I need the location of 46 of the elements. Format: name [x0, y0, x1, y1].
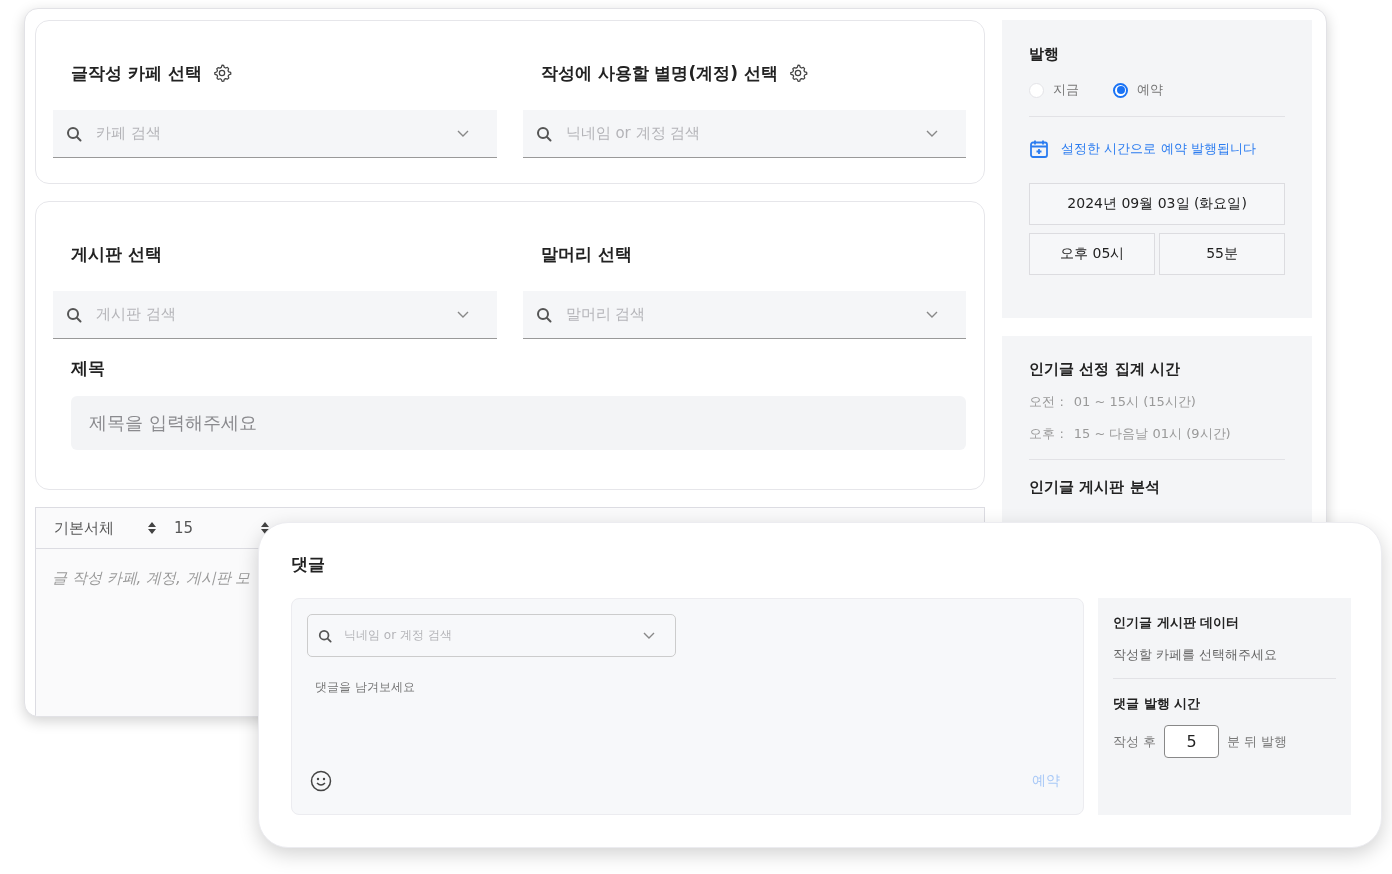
- field-label: 말머리 선택: [540, 242, 632, 266]
- radio-option[interactable]: 예약: [1113, 81, 1164, 99]
- calendar-plus-icon: [1029, 139, 1050, 159]
- field-label: 게시판 선택: [71, 242, 162, 266]
- chevron-down-icon[interactable]: [643, 631, 655, 640]
- radio-option[interactable]: 지금: [1029, 81, 1080, 99]
- editor-placeholder[interactable]: 글 작성 카페, 계정, 게시판 모: [52, 569, 251, 588]
- chevron-down-icon[interactable]: [456, 310, 469, 319]
- section-title: 인기글 게시판 분석: [1029, 478, 1161, 497]
- emoji-icon[interactable]: [310, 770, 332, 792]
- field-label: 글작성 카페 선택: [71, 61, 202, 85]
- chevron-down-icon[interactable]: [456, 129, 469, 138]
- minute-picker[interactable]: 55분: [1159, 233, 1285, 275]
- search-icon: [66, 125, 82, 142]
- settings-icon[interactable]: [787, 63, 808, 83]
- chevron-down-icon[interactable]: [926, 129, 939, 138]
- sort-arrows-icon: [261, 522, 270, 534]
- hour-picker[interactable]: 오후 05시: [1029, 233, 1156, 275]
- field-label: 작성 후: [1113, 732, 1157, 751]
- row-value: 15 ~ 다음날 01시 (9시간): [1073, 425, 1231, 443]
- row-label: 오후 :: [1029, 425, 1064, 443]
- comment-placeholder[interactable]: 댓글을 남겨보세요: [315, 679, 1068, 696]
- settings-icon[interactable]: [211, 63, 232, 83]
- field-label: 분 뒤 발행: [1227, 732, 1288, 751]
- row-value: 01 ~ 15시 (15시간): [1073, 393, 1196, 411]
- font-dropdown[interactable]: 기본서체: [54, 518, 156, 538]
- section-title: 인기글 선정 집계 시간: [1029, 360, 1181, 379]
- notice-text: 설정한 시간으로 예약 발행됩니다: [1061, 140, 1256, 158]
- search-icon: [535, 125, 552, 142]
- row-label: 오전 :: [1029, 393, 1064, 411]
- sort-arrows-icon: [148, 522, 156, 534]
- title-field[interactable]: 제목을 입력해주세요: [71, 396, 967, 450]
- card-title: 댓글: [291, 553, 326, 576]
- section-title: 댓글 발행 시간: [1113, 695, 1202, 713]
- section-title: 인기글 게시판 데이터: [1113, 614, 1241, 632]
- size-dropdown[interactable]: 15: [174, 519, 270, 537]
- search-icon: [66, 306, 82, 323]
- info-text: 작성할 카페를 선택해주세요: [1113, 646, 1336, 679]
- date-picker[interactable]: 2024년 09월 03일 (화요일): [1029, 183, 1285, 225]
- field-label: 작성에 사용할 별명(계정) 선택: [540, 61, 778, 85]
- chevron-down-icon[interactable]: [926, 310, 939, 319]
- search-icon: [318, 628, 332, 643]
- minutes-field[interactable]: 5: [1164, 725, 1220, 758]
- field-label: 제목: [71, 357, 106, 380]
- search-icon: [535, 306, 552, 323]
- section-title: 발행: [1029, 45, 1061, 64]
